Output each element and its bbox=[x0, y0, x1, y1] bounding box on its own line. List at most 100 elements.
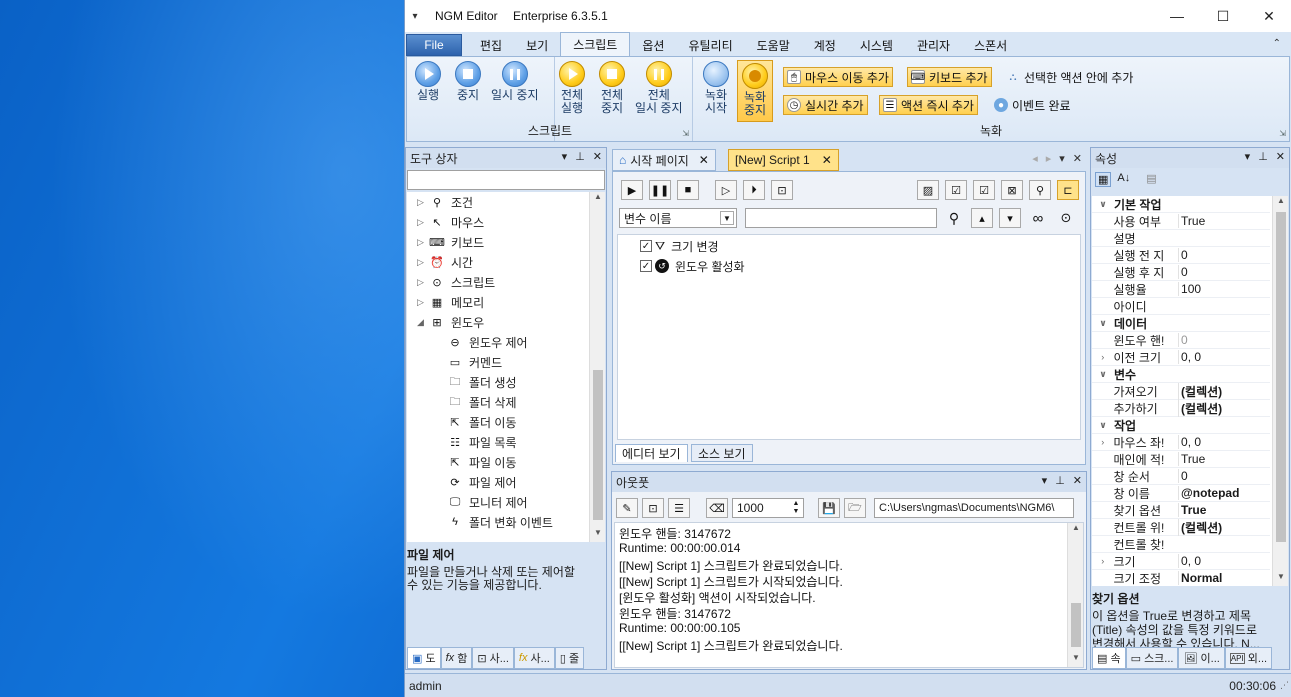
tab-lines[interactable]: ▯ 줄 bbox=[554, 647, 585, 669]
tab-user-actions[interactable]: ⊡ 사... bbox=[472, 647, 514, 669]
property-value[interactable]: (컬렉션) bbox=[1178, 382, 1270, 400]
property-value[interactable]: 0, 0 bbox=[1178, 554, 1270, 568]
tab-new-script-1[interactable]: [New] Script 1 ✕ bbox=[728, 149, 839, 171]
tab-options[interactable]: 옵션 bbox=[630, 34, 676, 56]
add-realtime-button[interactable]: ◷ 실시간 추가 bbox=[783, 95, 868, 115]
properties-scrollbar[interactable]: ▲ ▼ bbox=[1272, 196, 1288, 586]
tree-item-time[interactable]: ▷ ⏰ 시간 bbox=[417, 252, 473, 272]
tree-item-folder-delete[interactable]: 🗀 폴더 삭제 bbox=[447, 392, 517, 412]
scroll-down-icon[interactable]: ▼ bbox=[1273, 572, 1288, 586]
minimize-button[interactable]: — bbox=[1154, 0, 1200, 32]
event-done-button[interactable]: ● 이벤트 완료 bbox=[991, 95, 1074, 115]
tree-item-window-control[interactable]: ⊖ 윈도우 제어 bbox=[447, 332, 527, 352]
pin-icon[interactable]: ⊥ bbox=[1055, 474, 1065, 487]
checkbox[interactable]: ✓ bbox=[640, 240, 652, 252]
property-row[interactable]: 윈도우 핸! 0 bbox=[1092, 332, 1270, 349]
log-path-input[interactable]: C:\Users\ngmas\Documents\NGM6\ bbox=[874, 498, 1074, 518]
property-value[interactable]: 0 bbox=[1178, 333, 1270, 347]
tab-admin[interactable]: 관리자 bbox=[905, 34, 962, 56]
check-icon[interactable]: ☑ bbox=[973, 180, 995, 200]
add-mouse-move-button[interactable]: 🖱 마우스 이동 추가 bbox=[783, 67, 893, 87]
stop-button[interactable]: 중지 bbox=[455, 61, 481, 102]
resize-grip-icon[interactable]: ⋰ bbox=[1280, 680, 1289, 691]
property-row[interactable]: 아이디 bbox=[1092, 298, 1270, 315]
property-value[interactable]: True bbox=[1178, 214, 1270, 228]
tree-view-icon[interactable]: ⊏ bbox=[1057, 180, 1079, 200]
tab-sponsor[interactable]: 스폰서 bbox=[962, 34, 1019, 56]
toolbox-scrollbar[interactable]: ▲ ▼ bbox=[589, 192, 605, 542]
close-icon[interactable]: ✕ bbox=[1073, 152, 1082, 165]
property-row[interactable]: › 크기 0, 0 bbox=[1092, 553, 1270, 570]
pin-icon[interactable]: ⊥ bbox=[1258, 150, 1268, 163]
property-category[interactable]: ∨ 데이터 bbox=[1092, 315, 1270, 332]
property-value[interactable]: 0, 0 bbox=[1178, 350, 1270, 364]
property-row[interactable]: 매인에 적! True bbox=[1092, 451, 1270, 468]
dropdown-icon[interactable]: ▾ bbox=[1245, 150, 1251, 163]
tree-item-command[interactable]: ▭ 커멘드 bbox=[447, 352, 502, 372]
toolbox-search-input[interactable] bbox=[407, 170, 605, 190]
scroll-thumb[interactable] bbox=[1071, 603, 1081, 647]
maximize-button[interactable]: ☐ bbox=[1200, 0, 1246, 32]
save-icon[interactable]: 💾 bbox=[818, 498, 840, 518]
property-value[interactable]: True bbox=[1178, 503, 1270, 517]
variable-search-input[interactable] bbox=[745, 208, 937, 228]
tab-utility[interactable]: 유틸리티 bbox=[676, 34, 744, 56]
expand-icon[interactable]: › bbox=[1092, 352, 1114, 362]
tree-item-file-move[interactable]: ⇱ 파일 이동 bbox=[447, 452, 516, 472]
sort-alpha-icon[interactable]: A↓ bbox=[1115, 172, 1132, 187]
property-value[interactable]: 0 bbox=[1178, 469, 1270, 483]
check-all-icon[interactable]: ☑ bbox=[945, 180, 967, 200]
tree-item-file-control[interactable]: ⟳ 파일 제어 bbox=[447, 472, 516, 492]
search-icon[interactable]: ⚲ bbox=[943, 208, 965, 228]
scroll-thumb[interactable] bbox=[1276, 212, 1286, 542]
collapse-icon[interactable]: ∨ bbox=[1092, 369, 1114, 380]
tab-external[interactable]: API 외... bbox=[1224, 647, 1273, 669]
property-row[interactable]: › 이전 크기 0, 0 bbox=[1092, 349, 1270, 366]
dropdown-icon[interactable]: ▾ bbox=[1042, 474, 1048, 487]
property-category[interactable]: ∨ 변수 bbox=[1092, 366, 1270, 383]
scroll-left-icon[interactable]: ◂ bbox=[1032, 152, 1038, 165]
property-row[interactable]: 가져오기 (컬렉션) bbox=[1092, 382, 1270, 400]
property-value[interactable]: 0, 0 bbox=[1178, 435, 1270, 449]
tab-properties[interactable]: ▤ 속 bbox=[1092, 647, 1126, 669]
run-from-icon[interactable]: ⏵ bbox=[743, 180, 765, 200]
property-value[interactable]: 100 bbox=[1178, 282, 1270, 296]
tab-source-view[interactable]: 소스 보기 bbox=[691, 444, 753, 462]
property-category[interactable]: ∨ 작업 bbox=[1092, 417, 1270, 434]
property-value[interactable]: Normal bbox=[1178, 571, 1270, 585]
tab-start-page[interactable]: ⌂ 시작 페이지 ✕ bbox=[612, 149, 716, 171]
run-all-button[interactable]: 전체 실행 bbox=[559, 61, 585, 115]
property-row[interactable]: 컨트롤 찾! bbox=[1092, 536, 1270, 553]
tree-item-window[interactable]: ◢ ⊞ 윈도우 bbox=[417, 312, 484, 332]
step-icon[interactable]: ▷ bbox=[715, 180, 737, 200]
property-row[interactable]: 컨트롤 위! (컬렉션) bbox=[1092, 518, 1270, 536]
tree-item-monitor-control[interactable]: 🖵 모니터 제어 bbox=[447, 492, 528, 512]
action-window-activate[interactable]: ✓ ↺ 윈도우 활성화 bbox=[640, 257, 745, 275]
property-row[interactable]: 실행율 100 bbox=[1092, 281, 1270, 298]
quick-access-menu-icon[interactable]: ▾ bbox=[405, 11, 425, 22]
scroll-down-icon[interactable]: ▼ bbox=[590, 528, 606, 542]
property-value[interactable]: 0 bbox=[1178, 248, 1270, 262]
collapse-icon[interactable]: ∨ bbox=[1092, 318, 1114, 329]
tab-account[interactable]: 계정 bbox=[802, 34, 848, 56]
close-button[interactable]: ✕ bbox=[1246, 0, 1291, 32]
tree-item-script[interactable]: ▷ ⊙ 스크립트 bbox=[417, 272, 495, 292]
property-row[interactable]: 실행 후 지 0 bbox=[1092, 264, 1270, 281]
tree-item-keyboard[interactable]: ▷ ⌨ 키보드 bbox=[417, 232, 484, 252]
expand-icon[interactable]: › bbox=[1092, 437, 1114, 447]
add-in-selected-button[interactable]: ⛬ 선택한 액션 안에 추가 bbox=[1003, 67, 1136, 87]
scroll-up-icon[interactable]: ▲ bbox=[1068, 523, 1084, 537]
property-row[interactable]: 사용 여부 True bbox=[1092, 213, 1270, 230]
record-group-launcher-icon[interactable]: ⇲ bbox=[1279, 129, 1286, 138]
infinity-icon[interactable]: ∞ bbox=[1027, 208, 1049, 228]
dropdown-icon[interactable]: ▾ bbox=[1059, 152, 1065, 165]
panel-close-icon[interactable]: ✕ bbox=[593, 150, 602, 163]
property-value[interactable]: 0 bbox=[1178, 265, 1270, 279]
tree-item-folder-change-event[interactable]: ϟ 폴더 변화 이벤트 bbox=[447, 512, 553, 532]
tab-user-functions[interactable]: fx 사... bbox=[513, 647, 555, 669]
eraser-icon[interactable]: ⌫ bbox=[706, 498, 728, 518]
tab-close-icon[interactable]: ✕ bbox=[699, 153, 709, 167]
property-row[interactable]: 창 순서 0 bbox=[1092, 468, 1270, 485]
pin-icon[interactable]: ⊥ bbox=[575, 150, 585, 163]
variable-name-select[interactable]: 변수 이름 ▼ bbox=[619, 208, 737, 228]
